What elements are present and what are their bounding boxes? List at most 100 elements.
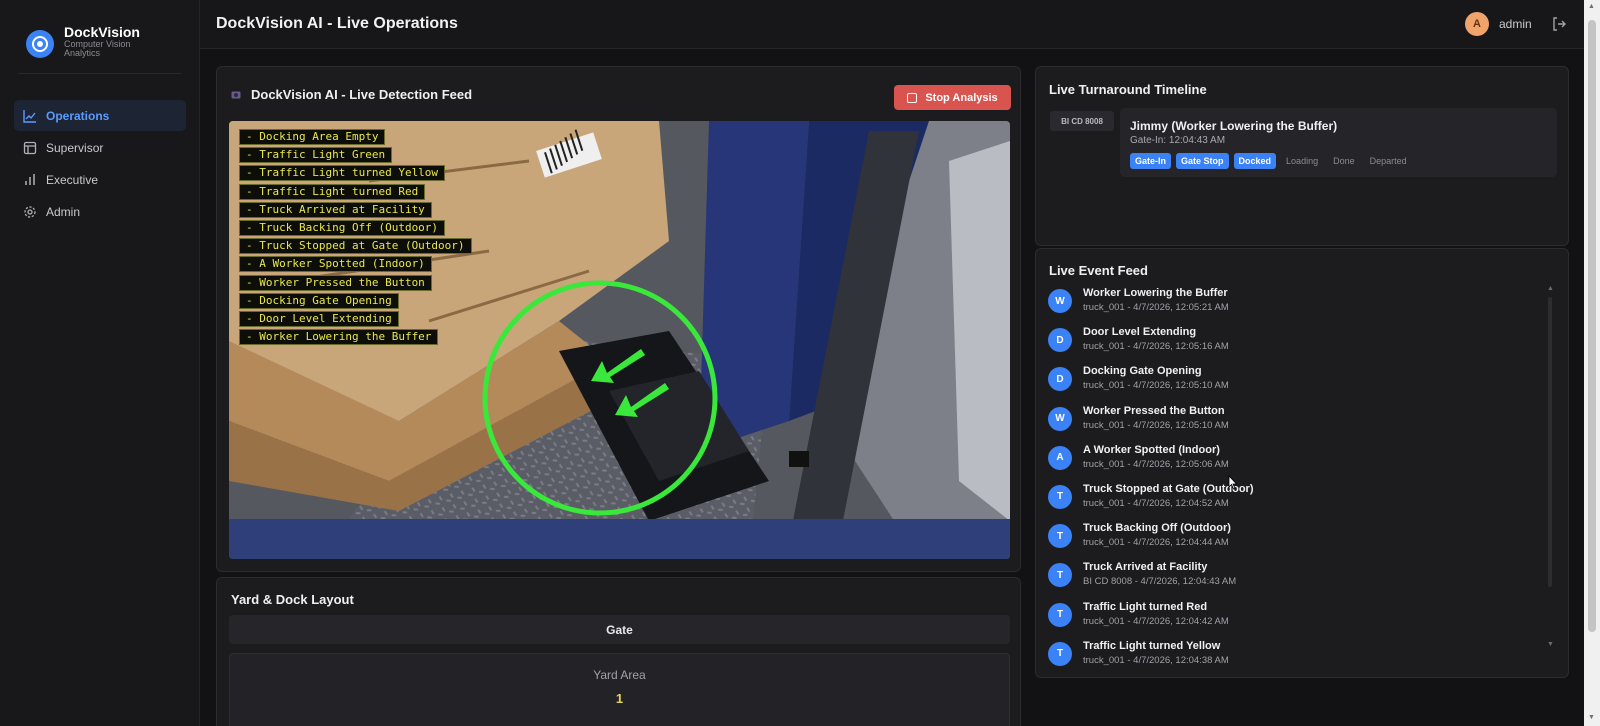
sidebar-item-label: Executive (46, 172, 99, 187)
scrollbar-thumb[interactable] (1588, 20, 1596, 632)
yard-area-zone[interactable]: Yard Area 1 (229, 653, 1010, 726)
list-item[interactable]: W Worker Lowering the Buffer truck_001 -… (1048, 287, 1548, 326)
brand-name: DockVision (64, 24, 140, 40)
event-name: Truck Arrived at Facility (1083, 561, 1208, 574)
event-meta: truck_001 - 4/7/2026, 12:05:10 AM (1083, 380, 1229, 392)
detection-label: - Traffic Light turned Yellow (239, 165, 446, 182)
event-avatar: W (1048, 289, 1072, 313)
page-title: DockVision AI - Live Operations (216, 15, 458, 32)
timeline-title: Live Turnaround Timeline (1049, 82, 1207, 97)
sidebar-divider (18, 73, 181, 74)
event-name: Traffic Light turned Yellow (1083, 639, 1221, 652)
monitor-icon (22, 140, 38, 156)
detection-label: - Traffic Light turned Red (239, 183, 426, 200)
stop-analysis-button[interactable]: Stop Analysis (894, 85, 1011, 110)
gate-zone[interactable]: Gate (229, 615, 1010, 644)
sidebar-nav: Operations Supervisor Executive Admin (14, 100, 186, 228)
sidebar-item-label: Admin (46, 204, 81, 219)
stage-docked: Docked (1233, 153, 1277, 169)
event-list[interactable]: W Worker Lowering the Buffer truck_001 -… (1048, 287, 1548, 671)
license-plate-badge: BI CD 8008 (1050, 111, 1114, 131)
sidebar-item-operations[interactable]: Operations (14, 100, 186, 131)
turnaround-card[interactable]: Jimmy (Worker Lowering the Buffer) Gate-… (1120, 108, 1557, 177)
event-avatar: W (1048, 406, 1072, 431)
sidebar-item-admin[interactable]: Admin (14, 196, 186, 227)
gate-in-time: Gate-In: 12:04:43 AM (1130, 135, 1226, 146)
camera-icon (231, 91, 241, 98)
app-root: DockVision Computer Vision Analytics Ope… (0, 0, 1600, 726)
brand-subtitle: Computer Vision Analytics (64, 39, 131, 58)
stage-gate-stop: Gate Stop (1176, 153, 1229, 169)
yard-title: Yard & Dock Layout (231, 592, 354, 607)
detection-label: - Truck Arrived at Facility (239, 201, 432, 218)
list-item[interactable]: T Truck Arrived at Facility BI CD 8008 -… (1048, 561, 1548, 600)
list-item[interactable]: T Truck Backing Off (Outdoor) truck_001 … (1048, 522, 1548, 561)
event-feed-title: Live Event Feed (1049, 263, 1148, 278)
detection-label: - Docking Area Empty (239, 129, 386, 145)
event-feed-panel: Live Event Feed W Worker Lowering the Bu… (1035, 248, 1569, 678)
list-item[interactable]: T Traffic Light turned Yellow truck_001 … (1048, 640, 1548, 671)
feed-title: DockVision AI - Live Detection Feed (251, 87, 473, 102)
detection-label: - Worker Lowering the Buffer (239, 329, 439, 346)
stage-done: Done (1333, 156, 1355, 166)
stage-gate-in: Gate-In (1130, 153, 1172, 169)
gear-icon (22, 204, 38, 220)
event-avatar: T (1048, 484, 1072, 509)
event-name: Door Level Extending (1083, 326, 1197, 339)
event-meta: truck_001 - 4/7/2026, 12:04:38 AM (1083, 654, 1229, 666)
detection-label: - Truck Stopped at Gate (Outdoor) (239, 238, 472, 255)
event-meta: truck_001 - 4/7/2026, 12:04:42 AM (1083, 615, 1229, 627)
stage-list: Gate-In Gate Stop Docked Loading Done De… (1130, 153, 1417, 169)
list-item[interactable]: W Worker Pressed the Button truck_001 - … (1048, 405, 1548, 444)
sidebar-item-executive[interactable]: Executive (14, 164, 186, 195)
yard-area-label: Yard Area (593, 668, 646, 682)
event-avatar: T (1048, 524, 1072, 549)
stage-departed: Departed (1369, 156, 1407, 166)
event-avatar: D (1048, 328, 1072, 353)
detection-labels: - Docking Area Empty - Traffic Light Gre… (239, 127, 472, 346)
list-item[interactable]: T Traffic Light turned Red truck_001 - 4… (1048, 601, 1548, 640)
detection-label: - A Worker Spotted (Indoor) (239, 256, 432, 273)
logout-icon[interactable] (1551, 16, 1567, 32)
avatar[interactable]: A (1465, 12, 1489, 36)
feed-header: DockVision AI - Live Detection Feed (231, 87, 472, 102)
stop-icon (907, 92, 918, 103)
chart-line-icon (22, 108, 38, 124)
scroll-up-icon[interactable]: ▲ (1547, 285, 1554, 292)
event-meta: truck_001 - 4/7/2026, 12:04:44 AM (1083, 537, 1229, 549)
sidebar-item-label: Operations (46, 108, 110, 123)
list-item[interactable]: T Truck Stopped at Gate (Outdoor) truck_… (1048, 483, 1548, 522)
event-avatar: T (1048, 602, 1072, 627)
detection-label: - Traffic Light Green (239, 147, 393, 164)
event-feed-scrollbar[interactable] (1548, 297, 1552, 587)
stage-loading: Loading (1286, 156, 1319, 166)
list-item[interactable]: D Door Level Extending truck_001 - 4/7/2… (1048, 326, 1548, 365)
turnaround-name: Jimmy (Worker Lowering the Buffer) (1130, 119, 1338, 133)
event-avatar: T (1048, 641, 1072, 666)
list-item[interactable]: A A Worker Spotted (Indoor) truck_001 - … (1048, 444, 1548, 483)
turnaround-timeline-panel: Live Turnaround Timeline BI CD 8008 Jimm… (1035, 66, 1569, 246)
sidebar-item-supervisor[interactable]: Supervisor (14, 132, 186, 163)
brand-logo-icon (26, 30, 54, 58)
event-name: A Worker Spotted (Indoor) (1083, 443, 1220, 456)
event-avatar: T (1048, 563, 1072, 588)
list-item[interactable]: D Docking Gate Opening truck_001 - 4/7/2… (1048, 365, 1548, 404)
event-name: Truck Backing Off (Outdoor) (1083, 522, 1231, 535)
video-feed[interactable]: - Docking Area Empty - Traffic Light Gre… (229, 121, 1010, 559)
window-scrollbar[interactable]: ▲ ▼ (1584, 0, 1600, 726)
detection-label: - Docking Gate Opening (239, 292, 399, 309)
event-meta: truck_001 - 4/7/2026, 12:05:16 AM (1083, 341, 1229, 353)
event-meta: BI CD 8008 - 4/7/2026, 12:04:43 AM (1083, 576, 1237, 588)
event-meta: truck_001 - 4/7/2026, 12:05:21 AM (1083, 302, 1229, 313)
event-avatar: D (1048, 367, 1072, 392)
stop-analysis-label: Stop Analysis (925, 91, 998, 104)
scroll-up-icon[interactable]: ▲ (1588, 3, 1595, 10)
scroll-down-icon[interactable]: ▼ (1547, 641, 1554, 648)
scroll-down-icon[interactable]: ▼ (1588, 714, 1595, 721)
detection-label: - Door Level Extending (239, 310, 399, 327)
top-header: DockVision AI - Live Operations A admin (200, 0, 1584, 49)
yard-layout-panel: Yard & Dock Layout Gate Yard Area 1 (216, 577, 1021, 726)
detection-feed-panel: DockVision AI - Live Detection Feed Stop… (216, 66, 1021, 572)
bar-chart-icon (22, 172, 38, 188)
username[interactable]: admin (1499, 17, 1532, 31)
